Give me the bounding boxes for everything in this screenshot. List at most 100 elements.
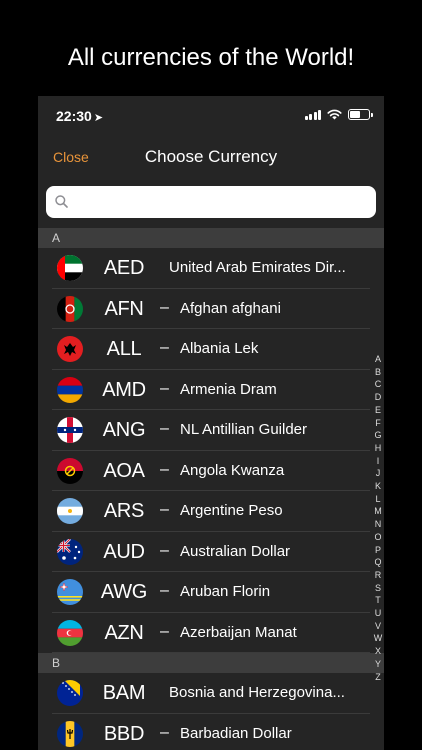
currency-row-all[interactable]: ALL – Albania Lek [38, 329, 384, 370]
afghanistan-flag-icon [57, 295, 83, 322]
currency-name: Azerbaijan Manat [180, 623, 297, 641]
page-title: Choose Currency [144, 147, 278, 166]
currency-code: AWG [100, 581, 148, 603]
currency-name: Bosnia and Herzegovina... [169, 684, 345, 701]
status-bar: 22:30 ➤ [38, 96, 384, 136]
navigation-bar: Close Choose Currency [38, 136, 384, 178]
argentina-flag-icon [57, 498, 83, 524]
index-letter-b[interactable]: B [375, 366, 381, 379]
section-index[interactable]: ABCDEFGHIJKLMNOPQRSTUVWXYZ [372, 353, 384, 683]
separator-dash: – [160, 501, 169, 518]
currency-code: BAM [102, 682, 146, 704]
index-letter-d[interactable]: D [375, 391, 382, 404]
currency-name: Angola Kwanza [180, 461, 285, 479]
netherlands-antilles-flag-icon [57, 417, 83, 443]
currency-code: ARS [103, 500, 145, 522]
currency-code: AFN [104, 297, 144, 320]
index-letter-z[interactable]: Z [375, 671, 381, 684]
index-letter-y[interactable]: Y [375, 658, 381, 671]
currency-code: AED [103, 257, 145, 279]
currency-code: AZN [104, 621, 144, 644]
index-letter-a[interactable]: A [375, 353, 381, 366]
index-letter-t[interactable]: T [375, 594, 381, 607]
currency-code: ANG [102, 419, 146, 441]
currency-name: Argentine Peso [180, 502, 283, 519]
cellular-signal-icon [304, 109, 321, 120]
currency-row-amd[interactable]: AMD – Armenia Dram [38, 370, 384, 410]
index-letter-k[interactable]: K [375, 480, 381, 493]
currency-row-ang[interactable]: ANG – NL Antillian Guilder [38, 410, 384, 451]
index-letter-v[interactable]: V [375, 620, 381, 633]
angola-flag-icon [57, 457, 83, 484]
status-time-text: 22:30 [56, 108, 92, 124]
index-letter-q[interactable]: Q [374, 556, 381, 569]
currency-row-ars[interactable]: ARS – Argentine Peso [38, 491, 384, 532]
currency-name: Armenia Dram [180, 380, 277, 398]
currency-row-aud[interactable]: AUD – Australian Dollar [38, 532, 384, 572]
currency-row-awg[interactable]: AWG – Aruban Florin [38, 572, 384, 613]
albania-flag-icon [57, 336, 83, 362]
index-letter-n[interactable]: N [375, 518, 382, 531]
currency-code: ALL [106, 338, 142, 360]
currency-code: AOA [103, 459, 145, 482]
currency-row-bbd[interactable]: BBD – Barbadian Dollar [38, 714, 384, 750]
armenia-flag-icon [57, 376, 83, 403]
separator-dash: – [160, 298, 169, 316]
wifi-icon [327, 109, 342, 120]
index-letter-u[interactable]: U [375, 607, 382, 620]
australia-flag-icon [57, 538, 83, 565]
status-time: 22:30 ➤ [56, 108, 103, 124]
promo-caption: All currencies of the World! [67, 44, 355, 71]
separator-dash: – [160, 420, 169, 437]
index-letter-l[interactable]: L [375, 493, 380, 506]
index-letter-h[interactable]: H [375, 442, 382, 455]
index-letter-e[interactable]: E [375, 404, 381, 417]
section-header-a: A [38, 228, 384, 248]
battery-icon [348, 109, 373, 120]
uae-flag-icon [57, 255, 83, 281]
index-letter-g[interactable]: G [374, 429, 381, 442]
separator-dash: – [160, 379, 169, 397]
location-arrow-icon: ➤ [93, 112, 104, 124]
index-letter-x[interactable]: X [375, 645, 381, 658]
separator-dash: – [160, 460, 169, 478]
phone-screen: 22:30 ➤ Close Choose Currency A AED United … [38, 96, 384, 750]
index-letter-m[interactable]: M [374, 505, 382, 518]
currency-name: Aruban Florin [180, 583, 271, 600]
index-letter-o[interactable]: O [374, 531, 381, 544]
currency-name: Afghan afghani [180, 299, 281, 317]
currency-code: AUD [103, 540, 145, 563]
separator-dash: – [160, 582, 169, 599]
index-letter-r[interactable]: R [375, 569, 382, 582]
separator-dash: – [160, 622, 169, 640]
currency-row-bam[interactable]: BAM Bosnia and Herzegovina... [38, 673, 384, 714]
status-indicators [304, 109, 373, 120]
index-letter-j[interactable]: J [376, 467, 381, 480]
separator-dash: – [160, 723, 169, 741]
currency-name: Albania Lek [180, 340, 259, 357]
section-header-b: B [38, 653, 384, 673]
index-letter-c[interactable]: C [375, 378, 382, 391]
currency-name: Australian Dollar [180, 542, 291, 560]
currency-name: United Arab Emirates Dir... [169, 259, 346, 276]
currency-code: AMD [102, 378, 146, 401]
currency-name: Barbadian Dollar [180, 724, 292, 742]
index-letter-w[interactable]: W [374, 632, 383, 645]
currency-row-azn[interactable]: AZN – Azerbaijan Manat [38, 613, 384, 653]
index-letter-p[interactable]: P [375, 544, 381, 557]
index-letter-f[interactable]: F [375, 417, 381, 430]
search-input[interactable] [74, 186, 364, 218]
aruba-flag-icon [57, 579, 83, 605]
search-icon [55, 195, 68, 208]
index-letter-s[interactable]: S [375, 582, 381, 595]
azerbaijan-flag-icon [57, 619, 83, 646]
barbados-flag-icon [57, 720, 83, 747]
bosnia-flag-icon [57, 680, 83, 706]
search-bar[interactable] [46, 186, 376, 218]
separator-dash: – [160, 339, 169, 356]
index-letter-i[interactable]: I [377, 455, 380, 468]
currency-row-afn[interactable]: AFN – Afghan afghani [38, 289, 384, 329]
currency-code: BBD [103, 722, 145, 745]
currency-row-aoa[interactable]: AOA – Angola Kwanza [38, 451, 384, 491]
currency-row-aed[interactable]: AED United Arab Emirates Dir... [38, 248, 384, 289]
